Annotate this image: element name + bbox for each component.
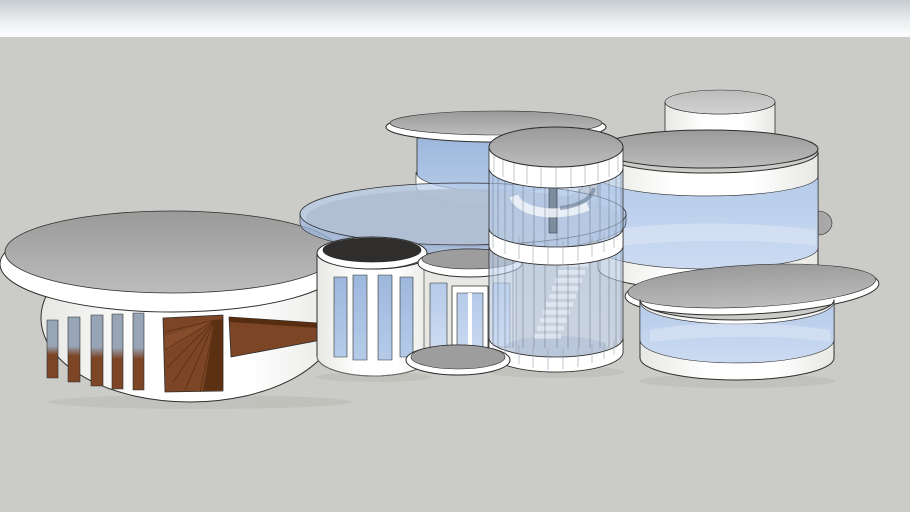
- model-scene: [0, 89, 880, 409]
- viewer-header: [0, 0, 910, 37]
- left-rotunda: [0, 210, 345, 403]
- roof-cylinder-top: [664, 89, 776, 115]
- entry-step-top: [410, 344, 506, 370]
- viewer-window: [0, 0, 910, 512]
- portico-glass-left: [429, 282, 448, 348]
- left-rotunda-roof-top: [4, 210, 340, 294]
- model-canvas[interactable]: [0, 37, 910, 512]
- glass-elevator-tower: [488, 126, 624, 373]
- colonnade-dark-cap: [322, 237, 422, 263]
- entry-step: [405, 344, 511, 376]
- elevator-roof-top: [488, 126, 624, 168]
- right-tower-roof-top: [597, 129, 819, 169]
- fan-stair-opening: [162, 314, 224, 393]
